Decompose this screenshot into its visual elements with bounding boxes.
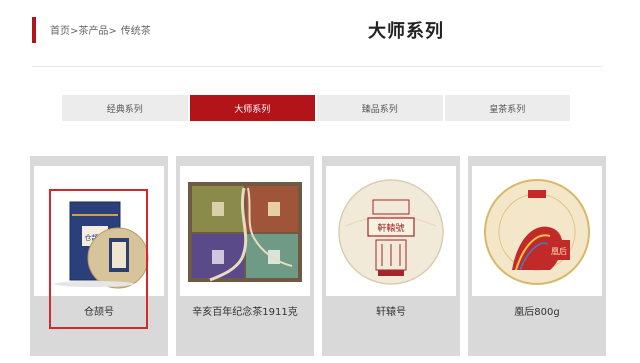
huanghou-label-text: 凰后	[551, 246, 567, 256]
series-tabs: 经典系列 大师系列 臻品系列 皇茶系列	[62, 95, 570, 121]
tab-premium-series[interactable]: 臻品系列	[317, 95, 443, 121]
product-name: 辛亥百年纪念茶1911克	[192, 307, 298, 318]
product-card-huanghou[interactable]: 凰后 凰后800g	[468, 156, 606, 356]
product-name: 凰后800g	[514, 307, 560, 318]
product-grid: 仓頡號 仓颉号 辛亥百年纪念茶1911克 軒轅號 轩辕号 凰后 凰后800g	[30, 156, 610, 356]
page-title: 大师系列	[368, 21, 444, 42]
product-card-xuanyuan[interactable]: 軒轅號 轩辕号	[322, 156, 460, 356]
tab-royal-series[interactable]: 皇茶系列	[444, 95, 570, 121]
header-divider	[32, 66, 602, 67]
breadcrumb-home-link[interactable]: 首页>	[50, 22, 78, 37]
xuanyuan-wrapper-text: 軒轅號	[377, 222, 404, 234]
breadcrumb: 首页> 茶产品> 传统茶	[50, 22, 151, 37]
product-card-cangjie[interactable]: 仓頡號 仓颉号	[30, 156, 168, 356]
product-image-huanghou: 凰后	[472, 166, 602, 296]
breadcrumb-accent-bar	[32, 17, 36, 43]
tab-classic-series[interactable]: 经典系列	[62, 95, 188, 121]
product-image-xuanyuan: 軒轅號	[326, 166, 456, 296]
product-image-xinhai	[180, 166, 310, 296]
breadcrumb-current: 传统茶	[120, 26, 151, 37]
product-image-cangjie: 仓頡號	[34, 166, 164, 296]
product-card-xinhai-1911[interactable]: 辛亥百年纪念茶1911克	[176, 156, 314, 356]
product-name: 轩辕号	[376, 307, 406, 318]
tab-master-series[interactable]: 大师系列	[189, 95, 315, 121]
breadcrumb-category-link[interactable]: 茶产品>	[78, 22, 116, 37]
product-name: 仓颉号	[84, 307, 114, 318]
